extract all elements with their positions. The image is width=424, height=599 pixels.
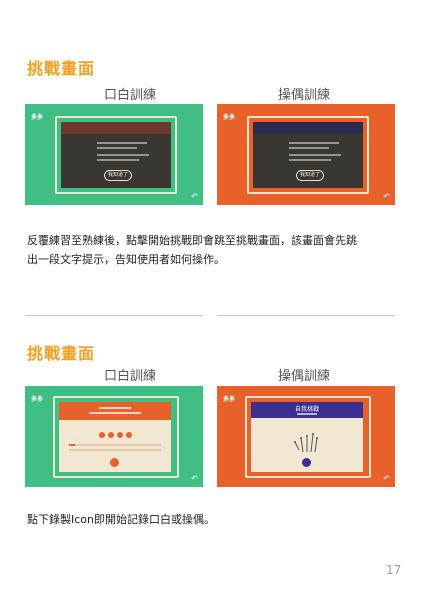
- description-line: 點下錄製Icon即開始記錄口白或操偶。: [27, 513, 215, 526]
- page-number: 17: [386, 563, 402, 577]
- panel-header: 自我挑戰: [251, 402, 363, 418]
- divider-right: [217, 315, 395, 316]
- text-line: [97, 142, 147, 144]
- dialog-header: [253, 122, 363, 134]
- text-line: [97, 159, 139, 161]
- panel-header: [59, 402, 171, 420]
- acknowledge-button: 我知道了: [296, 170, 324, 181]
- progress-dot: [108, 432, 114, 438]
- text-line: [289, 147, 329, 149]
- text-line: [289, 154, 341, 156]
- dialog-panel: 我知道了: [61, 122, 171, 188]
- acknowledge-button: 我知道了: [104, 170, 132, 181]
- record-icon: [302, 458, 311, 467]
- back-icon: ↶: [383, 474, 390, 483]
- dialog-header: [61, 122, 171, 134]
- record-icon: [110, 458, 119, 467]
- back-icon: ↶: [383, 192, 390, 201]
- app-logo: 多多: [223, 114, 236, 121]
- puppet-hand-icon: [294, 433, 318, 453]
- text-line: [97, 147, 137, 149]
- column-label-narration: 口白訓練: [103, 88, 156, 103]
- progress-dot: [117, 432, 123, 438]
- app-logo: 多多: [223, 396, 236, 403]
- column-label-puppetry: 操偶訓練: [277, 88, 330, 103]
- back-icon: ↶: [191, 474, 198, 483]
- progress-dot: [99, 432, 105, 438]
- column-label-puppetry: 操偶訓練: [277, 369, 330, 384]
- narration-record-screenshot: 多多 ↶: [25, 386, 203, 487]
- divider-left: [25, 315, 203, 316]
- section-title: 挑戰畫面: [27, 344, 96, 363]
- text-line: [289, 142, 339, 144]
- section-title: 挑戰畫面: [27, 59, 96, 78]
- app-logo: 多多: [31, 396, 44, 403]
- progress-dot: [126, 432, 132, 438]
- text-line: [97, 154, 149, 156]
- text-line: [289, 159, 331, 161]
- description-line-2: 出一段文字提示，告知使用者如何操作。: [27, 253, 225, 266]
- puppetry-record-screenshot: 多多 自我挑戰 ↶: [217, 386, 395, 487]
- description-line-1: 反覆練習至熟練後，點擊開始挑戰即會跳至挑戰畫面，該畫面會先跳: [27, 234, 357, 247]
- panel-header-title: 自我挑戰: [294, 406, 319, 413]
- script-panel: [59, 402, 171, 472]
- dialog-panel: 我知道了: [253, 122, 363, 188]
- column-label-narration: 口白訓練: [103, 369, 156, 384]
- puppet-panel: 自我挑戰: [251, 402, 363, 472]
- back-icon: ↶: [191, 192, 198, 201]
- puppetry-challenge-screenshot: 多多 我知道了 ↶: [217, 104, 395, 205]
- narration-challenge-screenshot: 多多 我知道了 ↶: [25, 104, 203, 205]
- app-logo: 多多: [31, 114, 44, 121]
